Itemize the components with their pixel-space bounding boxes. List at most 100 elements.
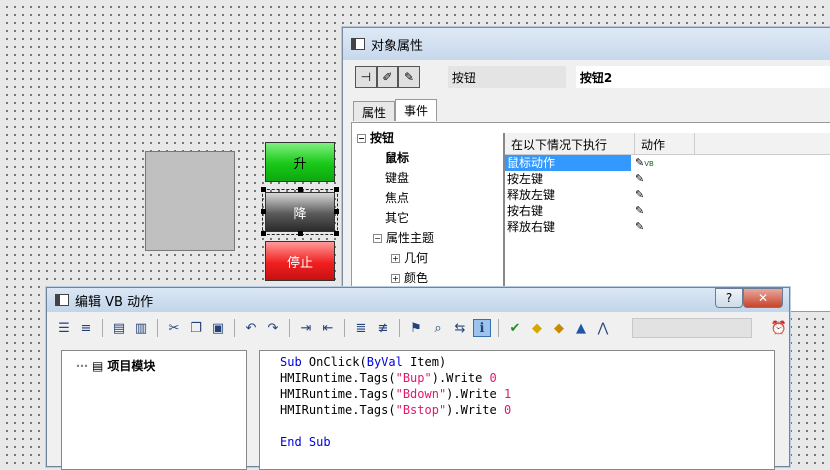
event-tree-item[interactable]: + 几何 <box>357 248 497 268</box>
toolbar-separator <box>102 319 103 337</box>
selection-handle[interactable] <box>334 231 339 236</box>
selection-handle[interactable] <box>261 187 266 192</box>
vb-editor-window: 编辑 VB 动作 ? ✕ ☰ ≡ ▤ ▥ ✂ ❐ ▣ ↶ ↷ ⇥ ⇤ ≣ ≢ ⚑… <box>46 287 790 470</box>
action-pen-icon[interactable]: ✎ <box>631 187 691 203</box>
toolbar-separator <box>234 319 235 337</box>
grid-trigger-cell: 按左键 <box>507 172 544 186</box>
compass-icon[interactable]: ⋀ <box>594 319 612 337</box>
cube-icon[interactable]: ◆ <box>528 319 546 337</box>
props-toolbar: ⊣ ✐ ✎ 按钮 按钮2 <box>343 60 830 94</box>
code-token: OnClick( <box>301 355 367 369</box>
toolbar-input[interactable] <box>632 318 752 338</box>
list-icon[interactable]: ☰ <box>55 319 73 337</box>
code-line: HMIRuntime.Tags("Bstop").Write 0 <box>280 402 511 418</box>
grid-row[interactable]: 按左键 ✎ <box>505 171 830 187</box>
selection-handle[interactable] <box>298 231 303 236</box>
code-editor[interactable]: Sub OnClick(ByVal Item) HMIRuntime.Tags("… <box>259 350 775 470</box>
selection-handle[interactable] <box>298 187 303 192</box>
print-icon[interactable]: ▤ <box>110 319 128 337</box>
close-icon: ✕ <box>757 291 769 305</box>
outdent-icon[interactable]: ⇤ <box>319 319 337 337</box>
code-token: Sub <box>280 355 302 369</box>
help-button[interactable]: ? <box>715 288 743 308</box>
alarm-clock-icon[interactable]: ⏰ <box>770 319 788 337</box>
event-tree-label: 颜色 <box>404 271 429 285</box>
stop-button-label: 停止 <box>286 255 313 271</box>
toolbar-separator <box>498 319 499 337</box>
find-icon[interactable]: ⌕ <box>429 319 447 337</box>
grid-header-trigger[interactable]: 在以下情况下执行 <box>505 133 635 154</box>
expander-icon[interactable]: + <box>391 254 400 263</box>
expander-icon[interactable]: + <box>391 274 400 283</box>
grid-row[interactable]: 鼠标动作 ✎VB <box>505 155 830 171</box>
comment-icon[interactable]: ≣ <box>352 319 370 337</box>
close-button[interactable]: ✕ <box>743 288 783 308</box>
replace-icon[interactable]: ⇆ <box>451 319 469 337</box>
print-preview-icon[interactable]: ▥ <box>132 319 150 337</box>
vb-titlebar[interactable]: 编辑 VB 动作 ? ✕ <box>47 288 789 312</box>
event-tree-item[interactable]: 焦点 <box>357 188 497 208</box>
event-tree: − 按钮 鼠标 键盘 焦点 其它 − 属性主题 + 几何 + 颜色 <box>357 128 497 288</box>
grid-row[interactable]: 按右键 ✎ <box>505 203 830 219</box>
event-tree-item[interactable]: + 颜色 <box>357 268 497 288</box>
toolbar-separator <box>289 319 290 337</box>
check-syntax-icon[interactable]: ✔ <box>506 319 524 337</box>
event-tree-item[interactable]: 鼠标 <box>357 148 497 168</box>
paste-icon[interactable]: ▣ <box>209 319 227 337</box>
object-name-field[interactable]: 按钮2 <box>575 66 830 88</box>
expander-icon[interactable]: − <box>373 234 382 243</box>
shapes-icon[interactable]: ▲ <box>572 319 590 337</box>
props-titlebar[interactable]: 对象属性 <box>343 28 830 60</box>
tab-properties[interactable]: 属性 <box>353 101 396 121</box>
selection-handle[interactable] <box>261 209 266 214</box>
indent-icon[interactable]: ⇥ <box>297 319 315 337</box>
code-token: HMIRuntime.Tags( <box>280 371 396 385</box>
uncomment-icon[interactable]: ≢ <box>374 319 392 337</box>
cut-icon[interactable]: ✂ <box>165 319 183 337</box>
event-tree-item[interactable]: 其它 <box>357 208 497 228</box>
code-token: 1 <box>503 387 512 401</box>
code-token: ByVal <box>366 355 403 369</box>
action-pen-icon[interactable]: ✎VB <box>631 155 691 171</box>
info-icon[interactable]: ℹ <box>473 319 491 337</box>
down-button-label: 降 <box>293 206 307 222</box>
expander-icon[interactable]: − <box>357 134 366 143</box>
module-label: 项目模块 <box>107 359 156 373</box>
rectangle-object[interactable] <box>145 151 235 251</box>
selection-handle[interactable] <box>261 231 266 236</box>
window-icon <box>351 38 365 50</box>
event-tree-label: 属性主题 <box>386 231 435 245</box>
pin-icon[interactable]: ⊣ <box>355 66 377 88</box>
selection-handle[interactable] <box>334 209 339 214</box>
event-tree-item[interactable]: 键盘 <box>357 168 497 188</box>
cube-alt-icon[interactable]: ◆ <box>550 319 568 337</box>
undo-icon[interactable]: ↶ <box>242 319 260 337</box>
code-token: "Bup" <box>395 371 432 385</box>
action-pen-icon[interactable]: ✎ <box>631 171 691 187</box>
code-token: ).Write <box>446 403 504 417</box>
redo-icon[interactable]: ↷ <box>264 319 282 337</box>
project-module-item[interactable]: ⋯ ▤ 项目模块 <box>76 357 155 374</box>
selection-handle[interactable] <box>334 187 339 192</box>
code-line: HMIRuntime.Tags("Bdown").Write 1 <box>280 386 511 402</box>
grid-row[interactable]: 释放左键 ✎ <box>505 187 830 203</box>
dropper-icon[interactable]: ✐ <box>376 66 399 88</box>
event-tree-item[interactable]: − 属性主题 <box>357 228 497 248</box>
vb-title: 编辑 VB 动作 <box>75 294 154 310</box>
grid-row[interactable]: 释放右键 ✎ <box>505 219 830 235</box>
code-token: "Bstop" <box>395 403 447 417</box>
tab-events[interactable]: 事件 <box>395 99 438 121</box>
up-button[interactable]: 升 <box>265 142 335 182</box>
event-tree-item[interactable]: − 按钮 <box>357 128 497 148</box>
code-text[interactable]: Sub OnClick(ByVal Item) HMIRuntime.Tags("… <box>280 354 511 450</box>
action-pen-icon[interactable]: ✎ <box>631 203 691 219</box>
action-pen-icon[interactable]: ✎ <box>631 219 691 235</box>
copy-icon[interactable]: ❐ <box>187 319 205 337</box>
edit-pen-icon[interactable]: ✎ <box>398 66 420 88</box>
down-button[interactable]: 降 <box>262 189 338 235</box>
object-type-field: 按钮 <box>447 66 566 88</box>
stop-button[interactable]: 停止 <box>265 241 335 281</box>
bookmark-icon[interactable]: ⚑ <box>407 319 425 337</box>
grid-header-action[interactable]: 动作 <box>635 133 695 154</box>
align-icon[interactable]: ≡ <box>77 319 95 337</box>
